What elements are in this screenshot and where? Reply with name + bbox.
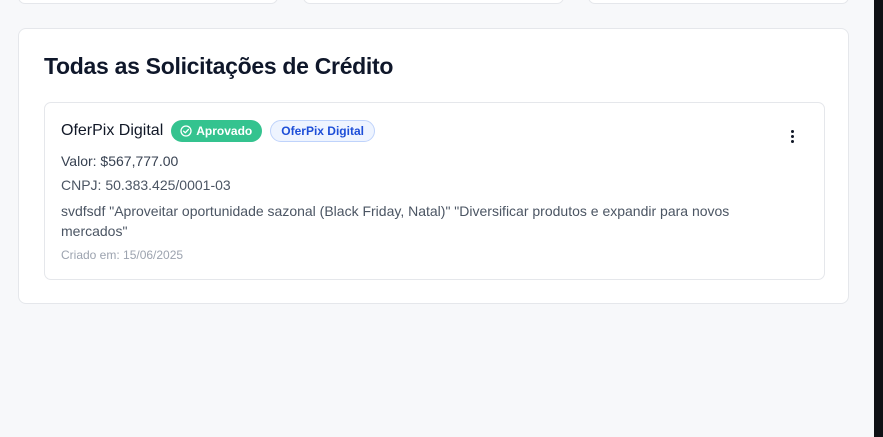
status-badge: Aprovado	[171, 120, 263, 142]
request-description: svdfsdf "Aproveitar oportunidade sazonal…	[61, 203, 730, 239]
status-label: Aprovado	[196, 124, 253, 138]
request-cnpj: CNPJ: 50.383.425/0001-03	[61, 177, 231, 193]
request-company-name: OferPix Digital	[61, 122, 164, 139]
request-value: Valor: $567,777.00	[61, 153, 179, 169]
source-badge: OferPix Digital	[270, 120, 375, 142]
credit-request-card[interactable]: OferPix Digital Aprovado OferPix Digital…	[44, 102, 825, 280]
credit-requests-panel: Todas as Solicitações de Crédito OferPix…	[18, 28, 849, 304]
more-vertical-icon	[790, 129, 794, 133]
summary-card-2	[303, 0, 564, 4]
window-edge	[874, 0, 883, 437]
summary-card-1	[18, 0, 278, 4]
request-header: OferPix Digital Aprovado OferPix Digital	[61, 120, 375, 142]
check-circle-icon	[180, 125, 192, 137]
summary-card-3	[588, 0, 849, 4]
request-created-date: Criado em: 15/06/2025	[61, 248, 184, 262]
more-actions-button[interactable]	[784, 127, 800, 145]
page-title: Todas as Solicitações de Crédito	[44, 53, 394, 79]
